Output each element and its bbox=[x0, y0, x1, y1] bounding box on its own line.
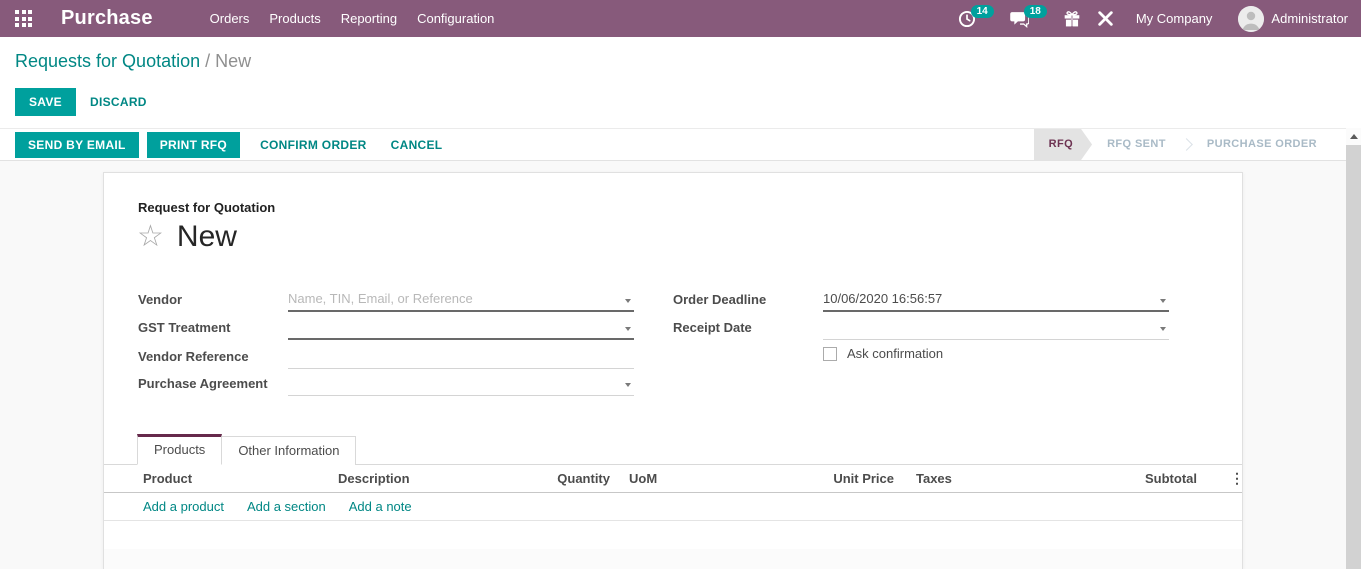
top-navbar: Purchase Orders Products Reporting Confi… bbox=[0, 0, 1361, 37]
vendor-label: Vendor bbox=[138, 289, 288, 311]
gst-treatment-dropdown-caret-icon[interactable] bbox=[625, 327, 631, 331]
stage-rfq-sent[interactable]: RFQ SENT bbox=[1092, 129, 1181, 160]
support-tools-button[interactable] bbox=[1097, 10, 1114, 27]
purchase-agreement-input[interactable] bbox=[288, 373, 634, 395]
activities-button[interactable]: 14 bbox=[958, 10, 994, 28]
order-deadline-dropdown-caret-icon[interactable] bbox=[1160, 299, 1166, 303]
breadcrumb-parent-link[interactable]: Requests for Quotation bbox=[15, 51, 200, 71]
order-deadline-input[interactable] bbox=[823, 289, 1169, 310]
menu-configuration[interactable]: Configuration bbox=[407, 0, 504, 37]
stage-pipeline: RFQ RFQ SENT PURCHASE ORDER bbox=[1034, 129, 1332, 160]
user-menu[interactable]: Administrator bbox=[1271, 11, 1348, 26]
lines-table-header: Product Description Quantity UoM Unit Pr… bbox=[104, 465, 1242, 493]
breadcrumb: Requests for Quotation / New bbox=[15, 51, 251, 72]
message-count-badge: 18 bbox=[1024, 5, 1047, 18]
vendor-reference-input[interactable] bbox=[288, 346, 634, 368]
vendor-input[interactable] bbox=[288, 289, 634, 310]
stage-purchase-order[interactable]: PURCHASE ORDER bbox=[1192, 129, 1332, 160]
receipt-date-input[interactable] bbox=[823, 317, 1169, 339]
company-switcher[interactable]: My Company bbox=[1136, 11, 1213, 26]
print-rfq-button[interactable]: PRINT RFQ bbox=[147, 132, 240, 158]
statusbar: SEND BY EMAIL PRINT RFQ CONFIRM ORDER CA… bbox=[0, 128, 1346, 161]
record-name: New bbox=[177, 220, 237, 254]
breadcrumb-separator: / bbox=[205, 51, 210, 71]
menu-orders[interactable]: Orders bbox=[200, 0, 260, 37]
gift-icon bbox=[1063, 10, 1081, 28]
vertical-scrollbar[interactable] bbox=[1346, 128, 1361, 569]
gst-treatment-label: GST Treatment bbox=[138, 317, 288, 339]
control-panel: Requests for Quotation / New SAVE DISCAR… bbox=[0, 37, 1361, 128]
col-header-product[interactable]: Product bbox=[143, 465, 192, 492]
add-a-product-link[interactable]: Add a product bbox=[143, 499, 224, 514]
scroll-up-arrow-icon bbox=[1350, 134, 1358, 139]
gift-button[interactable] bbox=[1063, 10, 1081, 28]
main-menu: Orders Products Reporting Configuration bbox=[200, 0, 505, 37]
cancel-button[interactable]: CANCEL bbox=[379, 138, 455, 152]
tab-products[interactable]: Products bbox=[137, 434, 222, 465]
send-by-email-button[interactable]: SEND BY EMAIL bbox=[15, 132, 139, 158]
tab-other-information[interactable]: Other Information bbox=[221, 436, 356, 465]
col-header-unit-price[interactable]: Unit Price bbox=[804, 465, 894, 492]
col-header-quantity[interactable]: Quantity bbox=[520, 465, 610, 492]
navbar-right: 14 18 My Company Administrator bbox=[942, 6, 1361, 32]
ask-confirmation-row: Ask confirmation bbox=[823, 346, 943, 361]
gst-treatment-input[interactable] bbox=[288, 317, 634, 338]
add-a-section-link[interactable]: Add a section bbox=[247, 499, 326, 514]
breadcrumb-current: New bbox=[215, 51, 251, 71]
receipt-date-label: Receipt Date bbox=[673, 317, 823, 339]
record-title-row: ☆ New bbox=[137, 220, 237, 254]
ask-confirmation-checkbox[interactable] bbox=[823, 347, 837, 361]
purchase-agreement-label: Purchase Agreement bbox=[138, 373, 288, 395]
form-action-buttons: SAVE DISCARD bbox=[15, 88, 147, 116]
confirm-order-button[interactable]: CONFIRM ORDER bbox=[248, 138, 379, 152]
col-header-description[interactable]: Description bbox=[338, 465, 410, 492]
apps-menu-icon[interactable] bbox=[15, 10, 32, 27]
col-header-subtotal[interactable]: Subtotal bbox=[1107, 465, 1197, 492]
scroll-up-button[interactable] bbox=[1346, 128, 1361, 145]
lines-add-row: Add a product Add a section Add a note bbox=[104, 493, 1242, 521]
app-title[interactable]: Purchase bbox=[61, 7, 153, 30]
messages-button[interactable]: 18 bbox=[1010, 10, 1047, 28]
notebook-tabs: Products Other Information bbox=[104, 434, 1242, 465]
vendor-dropdown-caret-icon[interactable] bbox=[625, 299, 631, 303]
activity-count-badge: 14 bbox=[971, 5, 994, 18]
optional-columns-icon[interactable]: ⋮ bbox=[1228, 465, 1246, 492]
tools-icon bbox=[1097, 10, 1114, 27]
sheet-section-title: Request for Quotation bbox=[138, 200, 275, 215]
purchase-agreement-dropdown-caret-icon[interactable] bbox=[625, 383, 631, 387]
sheet-bottom-area bbox=[104, 549, 1242, 569]
stage-rfq[interactable]: RFQ bbox=[1034, 129, 1092, 160]
vendor-reference-label: Vendor Reference bbox=[138, 346, 288, 368]
add-a-note-link[interactable]: Add a note bbox=[349, 499, 412, 514]
menu-reporting[interactable]: Reporting bbox=[331, 0, 407, 37]
form-sheet: Request for Quotation ☆ New Vendor GST T… bbox=[103, 172, 1243, 569]
col-header-taxes[interactable]: Taxes bbox=[916, 465, 952, 492]
stage-separator-chevron bbox=[1180, 138, 1193, 151]
favorite-star-icon[interactable]: ☆ bbox=[137, 222, 164, 252]
ask-confirmation-label: Ask confirmation bbox=[847, 346, 943, 361]
receipt-date-dropdown-caret-icon[interactable] bbox=[1160, 327, 1166, 331]
discard-button[interactable]: DISCARD bbox=[90, 95, 147, 109]
user-avatar[interactable] bbox=[1238, 6, 1264, 32]
order-deadline-label: Order Deadline bbox=[673, 289, 823, 311]
col-header-uom[interactable]: UoM bbox=[629, 465, 657, 492]
menu-products[interactable]: Products bbox=[259, 0, 330, 37]
save-button[interactable]: SAVE bbox=[15, 88, 76, 116]
